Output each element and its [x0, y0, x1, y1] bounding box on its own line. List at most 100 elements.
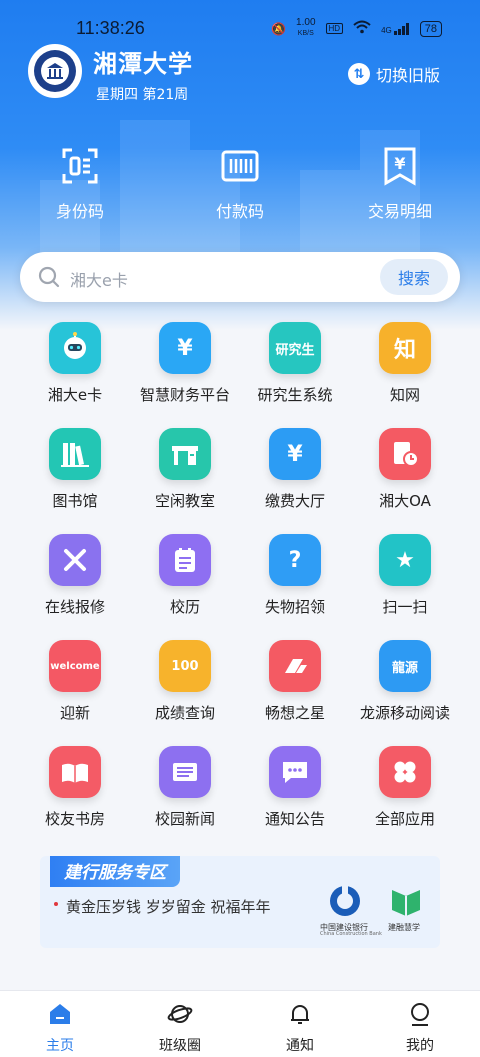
- tab-notifications[interactable]: 通知: [260, 1001, 340, 1055]
- mute-icon: 🔕: [271, 21, 287, 36]
- tab-home[interactable]: 主页: [20, 1001, 100, 1055]
- switch-version-button[interactable]: ⇅ 切换旧版: [348, 62, 440, 86]
- welcome-icon: welcome: [49, 640, 101, 692]
- quick-pay-code[interactable]: 付款码: [180, 146, 300, 222]
- tab-label: 我的: [406, 1038, 434, 1054]
- app-lost-found[interactable]: ? 失物招领: [240, 530, 350, 630]
- app-star-logo[interactable]: 畅想之星: [240, 636, 350, 736]
- app-label: 迎新: [59, 704, 90, 722]
- app-label: 畅想之星: [264, 704, 325, 722]
- status-icons: 🔕 1.00 KB/S HD 4G 78: [271, 18, 442, 39]
- app-label: 智慧财务平台: [139, 386, 230, 404]
- app-cnki[interactable]: 知知网: [350, 318, 460, 418]
- bank-name-en: China Construction Bank: [320, 931, 382, 937]
- quick-label: 交易明细: [367, 202, 432, 221]
- home-icon: [50, 1004, 70, 1024]
- search-button[interactable]: 搜索: [380, 259, 448, 295]
- bank-logos: 中国建设银行 China Construction Bank 建融慧学: [320, 884, 430, 938]
- banner-title: 建行服务专区: [50, 856, 180, 887]
- app-label: 扫一扫: [382, 598, 428, 616]
- barcode-icon: [220, 146, 260, 186]
- desk-icon: [159, 428, 211, 480]
- app-graduate[interactable]: 研究生 研究生系统: [240, 318, 350, 418]
- scan-icon: ★: [379, 534, 431, 586]
- app-label: 失物招领: [264, 598, 325, 616]
- app-label: 图书馆: [52, 492, 98, 510]
- quick-label: 付款码: [215, 202, 264, 221]
- quick-id-code[interactable]: 身份码: [20, 146, 140, 222]
- app-grades[interactable]: 100 成绩查询: [130, 636, 240, 736]
- payment-icon: ¥: [269, 428, 321, 480]
- ccb-logo-icon: [330, 884, 360, 916]
- search-input[interactable]: 湘大e卡: [70, 267, 128, 291]
- ccb-service-banner[interactable]: 建行服务专区 黄金压岁钱 岁岁留金 祝福年年 中国建设银行 China Cons…: [40, 856, 440, 948]
- app-payment[interactable]: ¥ 缴费大厅: [240, 424, 350, 524]
- app-label: 湘大OA: [379, 492, 431, 510]
- app-longyuan[interactable]: 龍源 龙源移动阅读: [350, 636, 460, 736]
- graduate-icon: 研究生: [269, 322, 321, 374]
- apps-grid-icon: [379, 746, 431, 798]
- books-icon: [49, 428, 101, 480]
- app-scan[interactable]: ★ 扫一扫: [350, 530, 460, 630]
- bottom-tab-bar: 主页 班级圈 通知 我的: [0, 990, 480, 1057]
- app-welcome[interactable]: welcome 迎新: [20, 636, 130, 736]
- app-apps-grid[interactable]: 全部应用: [350, 742, 460, 842]
- hd-badge: HD: [325, 23, 344, 34]
- star-logo-icon: [269, 640, 321, 692]
- bell-icon: [291, 1005, 309, 1024]
- receipt-icon: ¥: [380, 146, 420, 186]
- tab-label: 通知: [286, 1038, 314, 1054]
- partner-name: 建融慧学: [388, 923, 420, 932]
- tools-icon: [49, 534, 101, 586]
- status-time: 11:38:26: [76, 18, 145, 38]
- qr-id-icon: [60, 146, 100, 186]
- news-icon: [159, 746, 211, 798]
- tab-label: 主页: [46, 1038, 74, 1054]
- app-label: 通知公告: [264, 810, 325, 828]
- oa-clock-icon: [379, 428, 431, 480]
- tab-profile[interactable]: 我的: [380, 1001, 460, 1055]
- app-label: 空闲教室: [154, 492, 215, 510]
- quick-transactions[interactable]: ¥ 交易明细: [340, 146, 460, 222]
- chat-icon: [269, 746, 321, 798]
- app-label: 校园新闻: [154, 810, 215, 828]
- svg-text:¥: ¥: [394, 154, 405, 173]
- money-bag-icon: ¥: [159, 322, 211, 374]
- user-icon: [411, 1003, 429, 1026]
- app-label: 在线报修: [44, 598, 105, 616]
- app-label: 校友书房: [44, 810, 105, 828]
- app-label: 研究生系统: [257, 386, 333, 404]
- tab-class-circle[interactable]: 班级圈: [140, 1001, 220, 1055]
- app-books[interactable]: 图书馆: [20, 424, 130, 524]
- app-label: 缴费大厅: [264, 492, 325, 510]
- app-money-bag[interactable]: ¥ 智慧财务平台: [130, 318, 240, 418]
- app-label: 龙源移动阅读: [359, 704, 450, 722]
- app-chat[interactable]: 通知公告: [240, 742, 350, 842]
- app-label: 全部应用: [374, 810, 435, 828]
- app-calendar[interactable]: 校历: [130, 530, 240, 630]
- switch-label: 切换旧版: [376, 66, 441, 85]
- switch-icon: ⇅: [348, 63, 370, 85]
- app-label: 成绩查询: [154, 704, 215, 722]
- week-info: 星期四 第21周: [96, 87, 189, 103]
- school-logo: [28, 44, 82, 98]
- calendar-icon: [159, 534, 211, 586]
- app-desk[interactable]: 空闲教室: [130, 424, 240, 524]
- robot-icon: [49, 322, 101, 374]
- wifi-icon: [353, 20, 371, 37]
- status-bar: 11:38:26 🔕 1.00 KB/S HD 4G 78: [0, 10, 480, 44]
- app-news[interactable]: 校园新闻: [130, 742, 240, 842]
- planet-icon: [167, 1005, 193, 1023]
- cnki-icon: 知: [379, 322, 431, 374]
- battery-indicator: 78: [419, 20, 442, 37]
- app-tools[interactable]: 在线报修: [20, 530, 130, 630]
- longyuan-icon: 龍源: [379, 640, 431, 692]
- app-robot[interactable]: 湘大e卡: [20, 318, 130, 418]
- search-bar: 湘大e卡 搜索: [20, 252, 460, 302]
- tab-label: 班级圈: [159, 1038, 201, 1054]
- banner-text: 黄金压岁钱 岁岁留金 祝福年年: [66, 898, 271, 916]
- open-book-icon: [49, 746, 101, 798]
- app-oa-clock[interactable]: 湘大OA: [350, 424, 460, 524]
- search-icon: [38, 266, 60, 288]
- app-open-book[interactable]: 校友书房: [20, 742, 130, 842]
